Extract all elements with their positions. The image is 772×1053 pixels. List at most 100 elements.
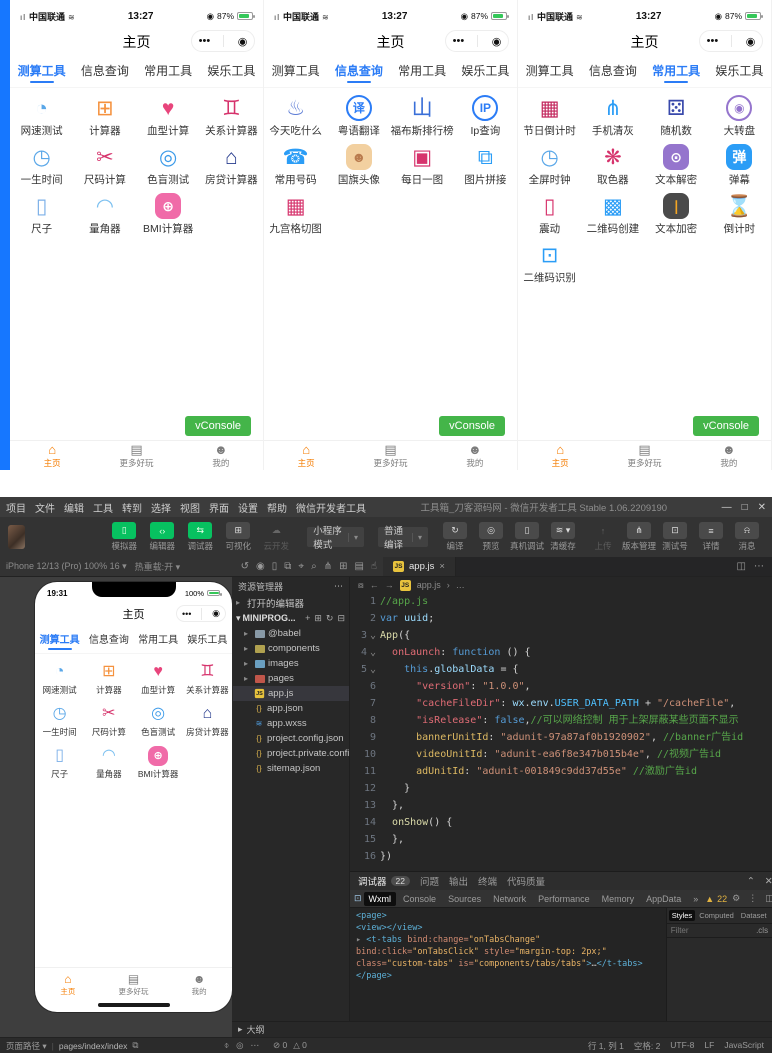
file-project.config.json[interactable]: {}project.config.json bbox=[232, 731, 349, 746]
sim-tool-icon-1[interactable]: ◉ bbox=[256, 561, 265, 572]
sim-tool-icon-7[interactable]: ⊞ bbox=[339, 561, 347, 572]
grid-item-网速测试[interactable]: ◔网速测试 bbox=[10, 92, 73, 141]
grid-item-血型计算[interactable]: ♥血型计算 bbox=[137, 92, 200, 141]
wxml-line[interactable]: </page> bbox=[356, 970, 660, 982]
open-editors-section[interactable]: ▸ 打开的编辑器 bbox=[232, 595, 349, 610]
sim-tool-icon-6[interactable]: ⋔ bbox=[324, 561, 332, 572]
devtools-tab-Wxml[interactable]: Wxml bbox=[364, 892, 397, 906]
devtools-tab-Sources[interactable]: Sources bbox=[443, 892, 486, 906]
grid-item-量角器[interactable]: ◠量角器 bbox=[73, 190, 136, 239]
collapse-icon[interactable]: ⌃ bbox=[747, 876, 755, 887]
wxml-line[interactable]: <view></view> bbox=[356, 922, 660, 934]
grid-item-BMI计算器[interactable]: ⊕BMI计算器 bbox=[134, 742, 183, 784]
grid-item-每日一图[interactable]: ▣每日一图 bbox=[391, 141, 454, 190]
panel-tab-代码质量[interactable]: 代码质量 bbox=[507, 874, 545, 888]
devtools-tab-Memory[interactable]: Memory bbox=[597, 892, 640, 906]
cls-toggle[interactable]: .cls bbox=[756, 926, 768, 935]
sim-tool-icon-3[interactable]: ⧉ bbox=[284, 561, 291, 572]
调试器-button[interactable]: ⇆调试器 bbox=[183, 522, 217, 552]
编译-button[interactable]: ↻编译 bbox=[438, 522, 472, 552]
debugger-panel-tab[interactable]: 调试器 22 bbox=[358, 874, 410, 888]
tab-测算工具[interactable]: 测算工具 bbox=[10, 58, 73, 87]
grid-item-Ip查询[interactable]: IPIp查询 bbox=[454, 92, 517, 141]
消息-button[interactable]: ⍾消息 bbox=[730, 522, 764, 552]
minimize-button[interactable]: — bbox=[722, 502, 732, 513]
back-icon[interactable]: ← bbox=[370, 580, 379, 590]
tab-信息查询[interactable]: 信息查询 bbox=[73, 58, 136, 87]
menu-视图[interactable]: 视图 bbox=[180, 500, 200, 515]
tab-常用工具[interactable]: 常用工具 bbox=[134, 628, 183, 653]
file-app.json[interactable]: {}app.json bbox=[232, 701, 349, 716]
预览-button[interactable]: ◎预览 bbox=[474, 522, 508, 552]
status-item-0[interactable]: 行 1, 列 1 bbox=[588, 1040, 624, 1052]
grid-item-文本加密[interactable]: ∣文本加密 bbox=[645, 190, 708, 239]
breadcrumb-more[interactable]: … bbox=[456, 580, 465, 590]
bug-icon[interactable]: ⌽ bbox=[224, 1040, 229, 1051]
tabbar-item-我的[interactable]: ☻我的 bbox=[179, 443, 263, 469]
menu-选择[interactable]: 选择 bbox=[151, 500, 171, 515]
user-avatar[interactable] bbox=[8, 525, 25, 549]
bookmark-icon[interactable]: ⧇ bbox=[358, 580, 364, 591]
menu-编辑[interactable]: 编辑 bbox=[64, 500, 84, 515]
maximize-button[interactable]: □ bbox=[742, 502, 748, 513]
grid-item-关系计算器[interactable]: ♊关系计算器 bbox=[200, 92, 263, 141]
grid-item-国旗头像[interactable]: ☻国旗头像 bbox=[327, 141, 390, 190]
menu-capsule[interactable]: •••◉ bbox=[191, 30, 255, 52]
tab-测算工具[interactable]: 测算工具 bbox=[35, 628, 84, 653]
problems-summary[interactable]: ⊘ 0 △ 0 bbox=[265, 1040, 307, 1051]
close-button[interactable]: ✕ bbox=[758, 502, 766, 513]
file-pages[interactable]: ▸pages bbox=[232, 671, 349, 686]
grid-item-震动[interactable]: ▯震动 bbox=[518, 190, 581, 239]
editor-tab-appjs[interactable]: JS app.js × bbox=[383, 557, 456, 576]
devtools-tab-AppData[interactable]: AppData bbox=[641, 892, 686, 906]
menu-capsule[interactable]: •••◉ bbox=[445, 30, 509, 52]
refresh-icon[interactable]: ↻ bbox=[326, 613, 334, 624]
grid-item-关系计算器[interactable]: ♊关系计算器 bbox=[183, 658, 232, 700]
kebab-menu-icon[interactable]: ⋮ bbox=[745, 893, 760, 904]
grid-item-网速测试[interactable]: ◔网速测试 bbox=[35, 658, 84, 700]
tab-娱乐工具[interactable]: 娱乐工具 bbox=[454, 58, 517, 87]
device-selector[interactable]: iPhone 12/13 (Pro) 100% 16 ▾ bbox=[6, 561, 127, 572]
tab-信息查询[interactable]: 信息查询 bbox=[327, 58, 390, 87]
project-section-header[interactable]: ▾ MINIPROG... +⊞↻⊟ bbox=[232, 610, 349, 626]
gear-icon[interactable]: ⚙ bbox=[729, 893, 743, 904]
详情-button[interactable]: ≡详情 bbox=[694, 522, 728, 552]
grid-item-弹幕[interactable]: 弹弹幕 bbox=[708, 141, 771, 190]
grid-item-福布斯排行榜[interactable]: 山福布斯排行榜 bbox=[391, 92, 454, 141]
grid-item-血型计算[interactable]: ♥血型计算 bbox=[134, 658, 183, 700]
grid-item-二维码创建[interactable]: ▩二维码创建 bbox=[581, 190, 644, 239]
panel-tab-终端[interactable]: 终端 bbox=[478, 874, 497, 888]
grid-item-色盲测试[interactable]: ◎色盲测试 bbox=[134, 700, 183, 742]
wxml-line[interactable]: <page> bbox=[356, 910, 660, 922]
sim-tool-icon-8[interactable]: ▤ bbox=[354, 561, 363, 572]
tabbar-item-我的[interactable]: ☻我的 bbox=[687, 443, 771, 469]
grid-item-色盲测试[interactable]: ◎色盲测试 bbox=[137, 141, 200, 190]
file-components[interactable]: ▸components bbox=[232, 641, 349, 656]
tabbar-item-主页[interactable]: ⌂主页 bbox=[35, 973, 101, 997]
filter-input[interactable]: Filter bbox=[671, 926, 689, 935]
模拟器-button[interactable]: ▯模拟器 bbox=[107, 522, 141, 552]
grid-item-一生时间[interactable]: ◷一生时间 bbox=[35, 700, 84, 742]
grid-item-常用号码[interactable]: ☎常用号码 bbox=[264, 141, 327, 190]
menu-文件[interactable]: 文件 bbox=[35, 500, 55, 515]
tab-测算工具[interactable]: 测算工具 bbox=[264, 58, 327, 87]
new-file-icon[interactable]: + bbox=[305, 613, 310, 624]
可视化-button[interactable]: ⊞可视化 bbox=[221, 522, 255, 552]
sim-menu-capsule[interactable]: •••◉ bbox=[176, 605, 226, 622]
menu-工具[interactable]: 工具 bbox=[93, 500, 113, 515]
status-item-1[interactable]: 空格: 2 bbox=[634, 1040, 660, 1052]
tabs-overflow-icon[interactable]: » bbox=[688, 892, 703, 906]
grid-item-今天吃什么[interactable]: ♨今天吃什么 bbox=[264, 92, 327, 141]
file-images[interactable]: ▸images bbox=[232, 656, 349, 671]
grid-item-节日倒计时[interactable]: ▦节日倒计时 bbox=[518, 92, 581, 141]
more-actions-icon[interactable]: ⋯ bbox=[334, 581, 343, 592]
current-page-path[interactable]: pages/index/index bbox=[59, 1041, 128, 1051]
close-icon[interactable]: × bbox=[439, 561, 445, 572]
tab-娱乐工具[interactable]: 娱乐工具 bbox=[200, 58, 263, 87]
file-sitemap.json[interactable]: {}sitemap.json bbox=[232, 761, 349, 776]
menu-帮助[interactable]: 帮助 bbox=[267, 500, 287, 515]
tabbar-item-主页[interactable]: ⌂主页 bbox=[518, 443, 602, 469]
menu-设置[interactable]: 设置 bbox=[238, 500, 258, 515]
mode-dropdown[interactable]: 小程序模式 ▾ bbox=[307, 527, 364, 547]
grid-item-一生时间[interactable]: ◷一生时间 bbox=[10, 141, 73, 190]
